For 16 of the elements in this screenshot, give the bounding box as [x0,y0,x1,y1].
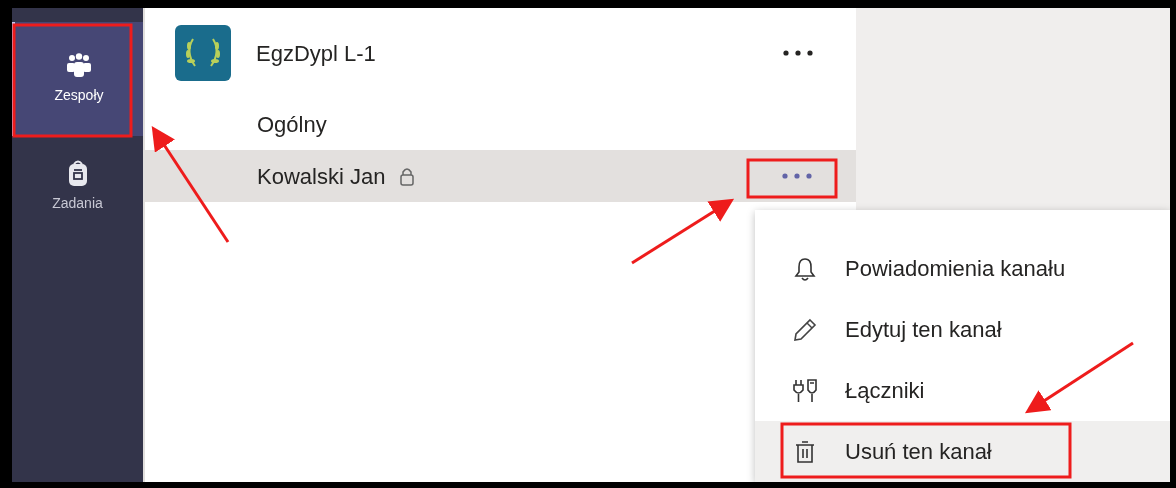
plug-icon [792,377,818,404]
menu-item[interactable]: Edytuj ten kanał [755,299,1170,360]
pencil-icon [793,317,817,342]
bell-icon [794,255,816,282]
team-name[interactable]: EgzDypl L-1 [256,36,778,70]
backpack-icon [66,158,89,187]
menu-item[interactable]: Powiadomienia kanału [755,238,1170,299]
menu-item[interactable]: Łączniki [755,360,1170,421]
rail-tab[interactable]: Zespoły [12,22,143,136]
more-icon [782,173,812,179]
trash-icon [795,438,815,465]
channel-item[interactable]: Kowalski Jan [145,150,856,202]
menu-item[interactable]: Usuń ten kanał [755,421,1170,482]
people-icon [64,52,94,79]
more-icon [783,50,813,56]
rail-tab[interactable]: Zadania [12,136,143,236]
